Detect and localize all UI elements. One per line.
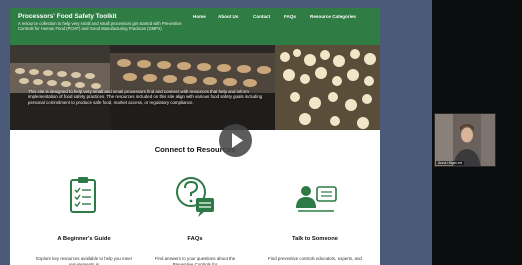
card-title[interactable]: A Beginner's Guide [29,236,139,242]
hero-description: This site is designed to help very small… [28,89,263,105]
card-description: Find answers to your questions about the… [154,256,236,265]
card-description: Find preventive controls educators, expe… [268,256,362,261]
nav-about-us[interactable]: About Us [218,14,238,19]
play-icon [232,133,243,148]
nav-faqs[interactable]: FAQs [284,14,296,19]
site-subtitle: A resource collection to help very small… [18,21,182,31]
webcam-tile[interactable]: Anna Hilger-ert [434,113,496,167]
card-description: Explore key resources available to help … [36,256,132,265]
website: Processors' Food Safety Toolkit A resour… [10,8,380,265]
participant-name: Anna Hilger-ert [436,161,465,165]
nav-resource-categories[interactable]: Resource Categories [310,14,356,19]
site-title[interactable]: Processors' Food Safety Toolkit [18,13,117,20]
hero-photo-pastries [110,45,275,130]
nav-home[interactable]: Home [193,14,206,19]
hero-banner: This site is designed to help very small… [10,45,380,130]
person-card-icon [296,186,337,212]
card-title[interactable]: FAQs [140,236,250,242]
section-title: Connect to Resources [154,145,236,154]
shared-screen: Processors' Food Safety Toolkit A resour… [0,0,432,265]
card-talk-to-someone[interactable]: Talk to Someone Find preventive controls… [260,174,370,265]
nav-contact[interactable]: Contact [253,14,270,19]
question-chat-icon [176,177,214,217]
card-faqs[interactable]: FAQs Find answers to your questions abou… [140,174,250,265]
site-header: Processors' Food Safety Toolkit A resour… [10,8,380,45]
clipboard-checklist-icon [70,177,96,213]
participant-video [435,114,495,166]
hero-photo-popcorn [275,45,380,130]
play-button[interactable] [219,124,252,157]
hero-photo-trays [10,45,110,130]
card-title[interactable]: Talk to Someone [260,236,370,242]
card-beginners-guide[interactable]: A Beginner's Guide Explore key resources… [29,174,139,265]
